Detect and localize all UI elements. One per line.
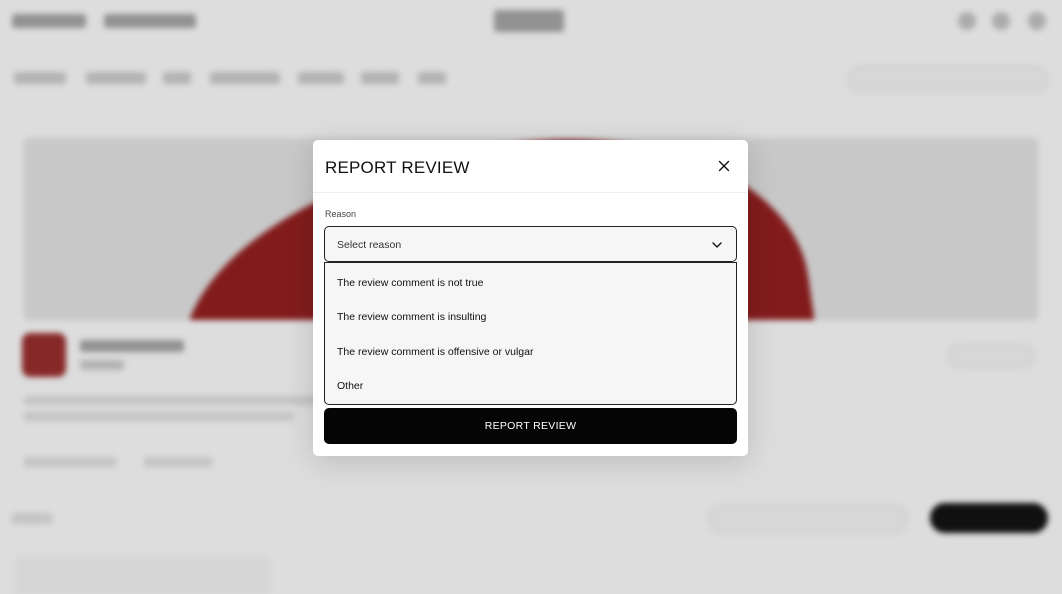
reason-label: Reason xyxy=(325,209,357,219)
reason-select-value: Select reason xyxy=(337,239,402,251)
modal-title: REPORT REVIEW xyxy=(325,158,470,177)
close-icon xyxy=(718,160,730,172)
reason-option-not-true[interactable]: The review comment is not true xyxy=(325,266,736,300)
report-review-modal: REPORT REVIEW Reason Select reason The r… xyxy=(313,140,748,456)
modal-header: REPORT REVIEW xyxy=(313,140,748,193)
reason-select[interactable]: Select reason xyxy=(324,226,737,262)
chevron-down-icon xyxy=(711,239,723,251)
reason-option-other[interactable]: Other xyxy=(325,369,736,403)
reason-option-insulting[interactable]: The review comment is insulting xyxy=(325,300,736,334)
close-button[interactable] xyxy=(716,158,732,174)
reason-dropdown-list: The review comment is not true The revie… xyxy=(324,262,737,405)
report-review-button[interactable]: REPORT REVIEW xyxy=(324,408,737,444)
reason-option-offensive[interactable]: The review comment is offensive or vulga… xyxy=(325,335,736,369)
